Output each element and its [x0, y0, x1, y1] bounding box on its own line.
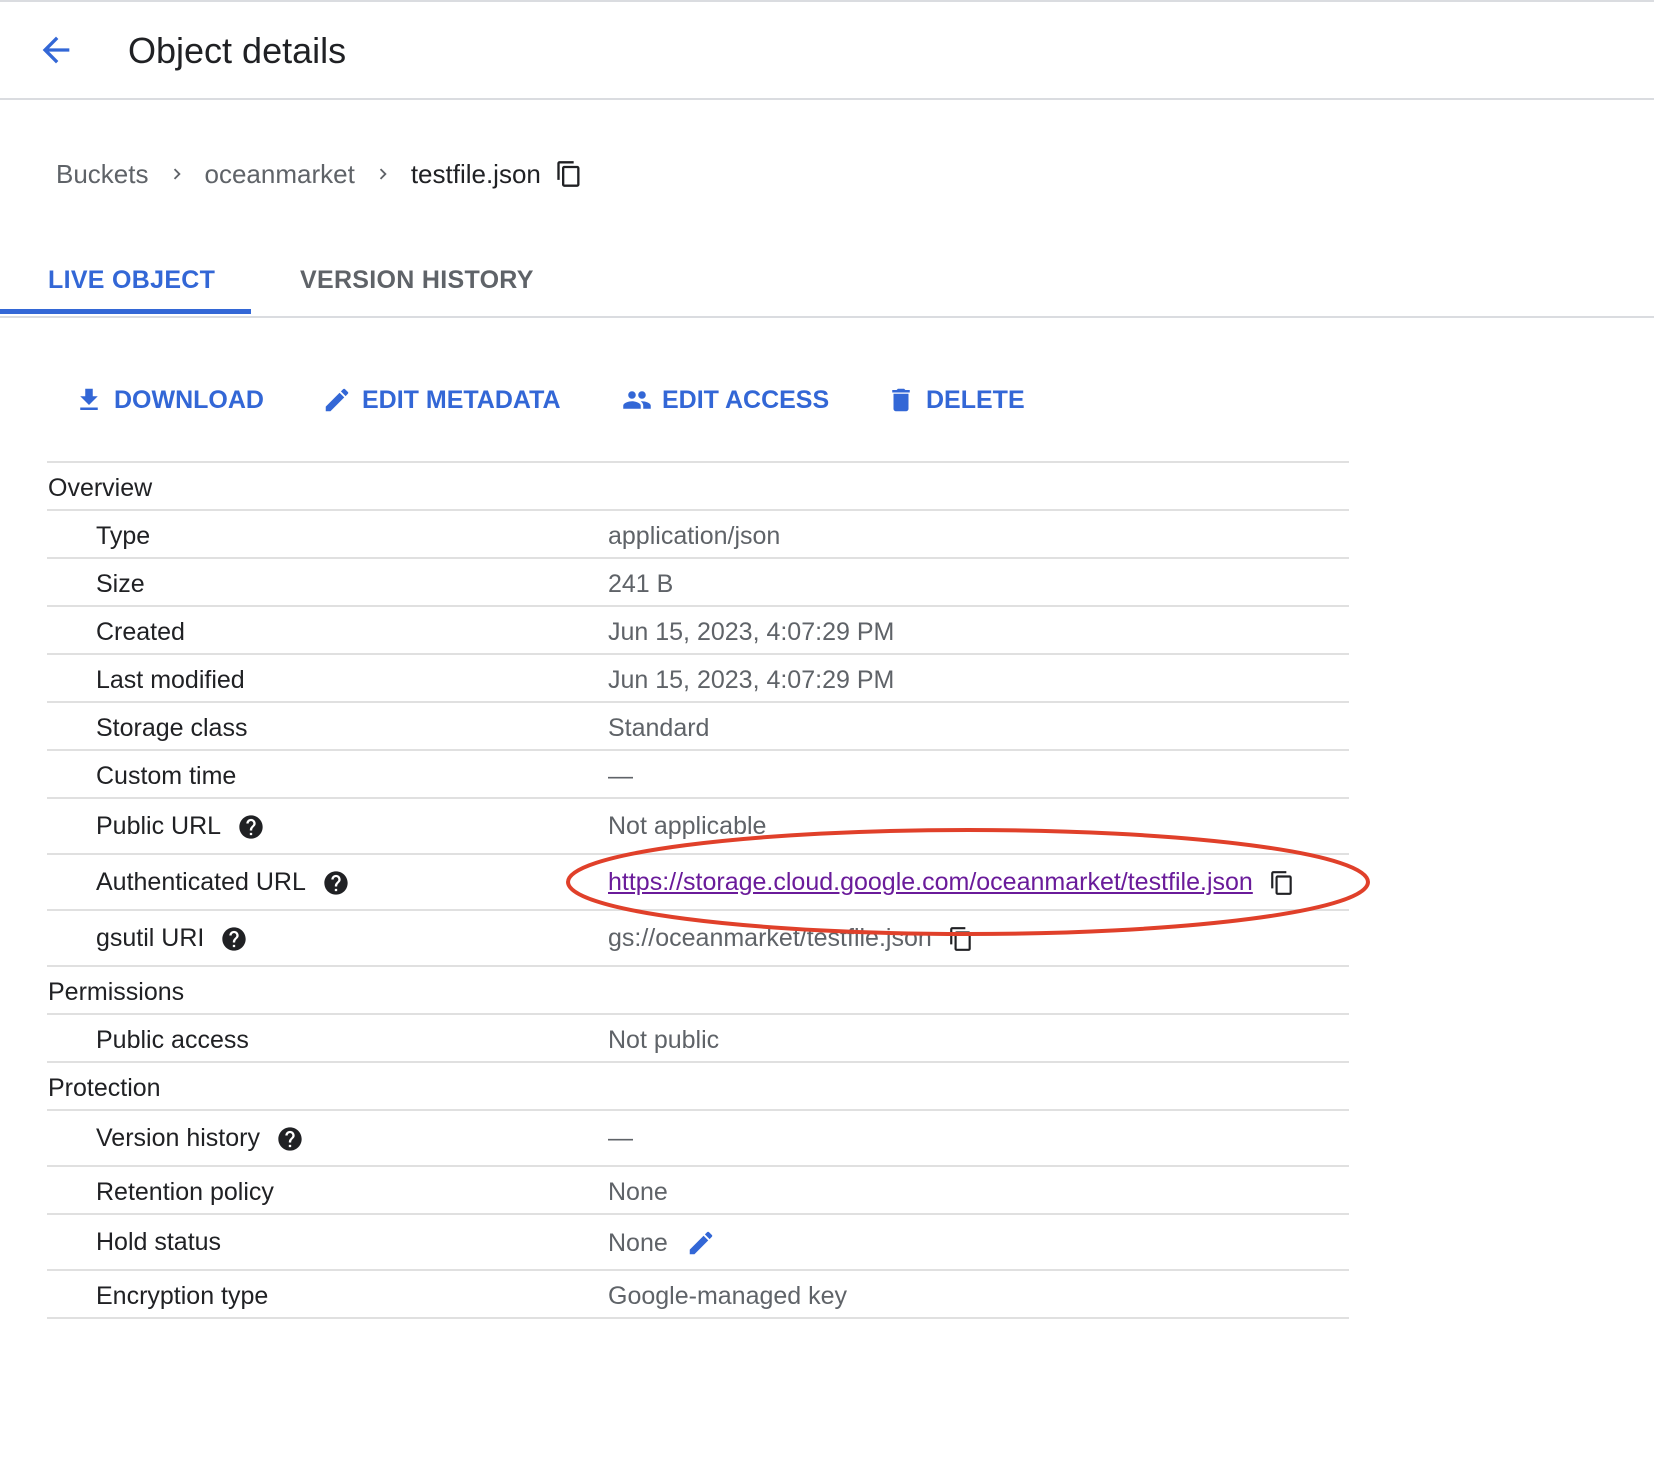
- property-label-text: Authenticated URL: [96, 868, 306, 896]
- arrow-back-icon: [42, 36, 70, 64]
- breadcrumb: Buckets oceanmarket testfile.json: [56, 156, 583, 192]
- breadcrumb-buckets[interactable]: Buckets: [56, 159, 149, 190]
- table-row: Size 241 B: [47, 559, 1349, 607]
- section-row: Protection: [47, 1063, 1349, 1111]
- help-icon[interactable]: [237, 813, 265, 841]
- authenticated-url-value: https://storage.cloud.google.com/oceanma…: [608, 868, 1295, 897]
- back-button[interactable]: [36, 30, 76, 70]
- property-label-with-help: Authenticated URL: [96, 868, 350, 897]
- help-icon[interactable]: [322, 869, 350, 897]
- property-label: Last modified: [96, 666, 245, 694]
- chevron-right-icon: [149, 163, 205, 185]
- table-row: Version history —: [47, 1111, 1349, 1167]
- table-row: Public URL Not applicable: [47, 799, 1349, 855]
- details-table: Overview Type application/json Size 241 …: [47, 461, 1349, 1319]
- property-label: Hold status: [96, 1228, 222, 1256]
- copy-icon[interactable]: [1269, 869, 1295, 897]
- property-label-text: Version history: [96, 1124, 260, 1152]
- property-value: Jun 15, 2023, 4:07:29 PM: [608, 618, 895, 646]
- section-overview: Overview: [48, 474, 153, 502]
- table-row: Authenticated URL https://storage.cloud.…: [47, 855, 1349, 911]
- breadcrumb-bucket[interactable]: oceanmarket: [205, 159, 355, 190]
- page-header: Object details: [0, 2, 1654, 100]
- property-value: Not public: [608, 1026, 720, 1054]
- table-row: Type application/json: [47, 511, 1349, 559]
- copy-icon[interactable]: [948, 925, 974, 953]
- property-value: 241 B: [608, 570, 674, 598]
- property-label: Public access: [96, 1026, 249, 1054]
- property-label: Encryption type: [96, 1282, 269, 1310]
- authenticated-url-link[interactable]: https://storage.cloud.google.com/oceanma…: [608, 868, 1253, 897]
- property-value: Not applicable: [608, 812, 767, 840]
- download-button[interactable]: DOWNLOAD: [74, 380, 264, 420]
- property-label-with-help: Version history: [96, 1124, 304, 1153]
- edit-access-button[interactable]: EDIT ACCESS: [622, 380, 829, 420]
- property-label-with-help: Public URL: [96, 812, 265, 841]
- table-row: Public access Not public: [47, 1015, 1349, 1063]
- property-label: Retention policy: [96, 1178, 274, 1206]
- hold-status-value: None: [608, 1228, 716, 1258]
- edit-metadata-label: EDIT METADATA: [362, 385, 561, 414]
- active-tab-indicator: [0, 309, 251, 314]
- property-value: None: [608, 1178, 668, 1206]
- property-value: application/json: [608, 522, 781, 550]
- property-label-with-help: gsutil URI: [96, 924, 248, 953]
- property-label: Created: [96, 618, 185, 646]
- people-icon: [623, 391, 651, 409]
- property-value: Google-managed key: [608, 1282, 848, 1310]
- property-label: Custom time: [96, 762, 237, 790]
- delete-label: DELETE: [926, 385, 1025, 414]
- copy-icon[interactable]: [555, 159, 583, 189]
- section-row: Overview: [47, 463, 1349, 511]
- section-protection: Protection: [48, 1074, 161, 1102]
- table-row: Hold status None: [47, 1215, 1349, 1271]
- property-label-text: Public URL: [96, 812, 222, 840]
- table-row: Custom time —: [47, 751, 1349, 799]
- table-row: Last modified Jun 15, 2023, 4:07:29 PM: [47, 655, 1349, 703]
- pencil-icon: [325, 388, 349, 412]
- property-value: —: [608, 762, 633, 790]
- table-row: Retention policy None: [47, 1167, 1349, 1215]
- property-label: Type: [96, 522, 151, 550]
- help-icon[interactable]: [220, 925, 248, 953]
- help-icon[interactable]: [276, 1125, 304, 1153]
- section-permissions: Permissions: [48, 978, 185, 1006]
- property-value: —: [608, 1124, 633, 1152]
- download-label: DOWNLOAD: [114, 385, 264, 414]
- chevron-right-icon: [355, 163, 411, 185]
- property-label: Storage class: [96, 714, 248, 742]
- property-value: Jun 15, 2023, 4:07:29 PM: [608, 666, 895, 694]
- property-value: Standard: [608, 714, 710, 742]
- delete-button[interactable]: DELETE: [886, 380, 1025, 420]
- table-row: Storage class Standard: [47, 703, 1349, 751]
- section-row: Permissions: [47, 967, 1349, 1015]
- hold-status-text: None: [608, 1228, 668, 1257]
- table-row: Created Jun 15, 2023, 4:07:29 PM: [47, 607, 1349, 655]
- edit-access-label: EDIT ACCESS: [662, 385, 830, 414]
- download-icon: [80, 388, 98, 410]
- gsutil-uri-value: gs://oceanmarket/testfile.json: [608, 924, 974, 953]
- trash-icon: [892, 388, 910, 412]
- page-title: Object details: [128, 30, 347, 71]
- property-label-text: gsutil URI: [96, 924, 205, 952]
- edit-metadata-button[interactable]: EDIT METADATA: [322, 380, 561, 420]
- property-label: Size: [96, 570, 145, 598]
- tab-version-history[interactable]: VERSION HISTORY: [300, 266, 534, 295]
- tab-live-object[interactable]: LIVE OBJECT: [48, 266, 215, 295]
- gsutil-uri-text: gs://oceanmarket/testfile.json: [608, 924, 932, 952]
- tab-bar: LIVE OBJECT VERSION HISTORY: [0, 246, 1654, 318]
- table-row: Encryption type Google-managed key: [47, 1271, 1349, 1319]
- breadcrumb-current: testfile.json: [410, 158, 541, 189]
- pencil-icon[interactable]: [686, 1228, 716, 1258]
- table-row: gsutil URI gs://oceanmarket/testfile.jso…: [47, 911, 1349, 967]
